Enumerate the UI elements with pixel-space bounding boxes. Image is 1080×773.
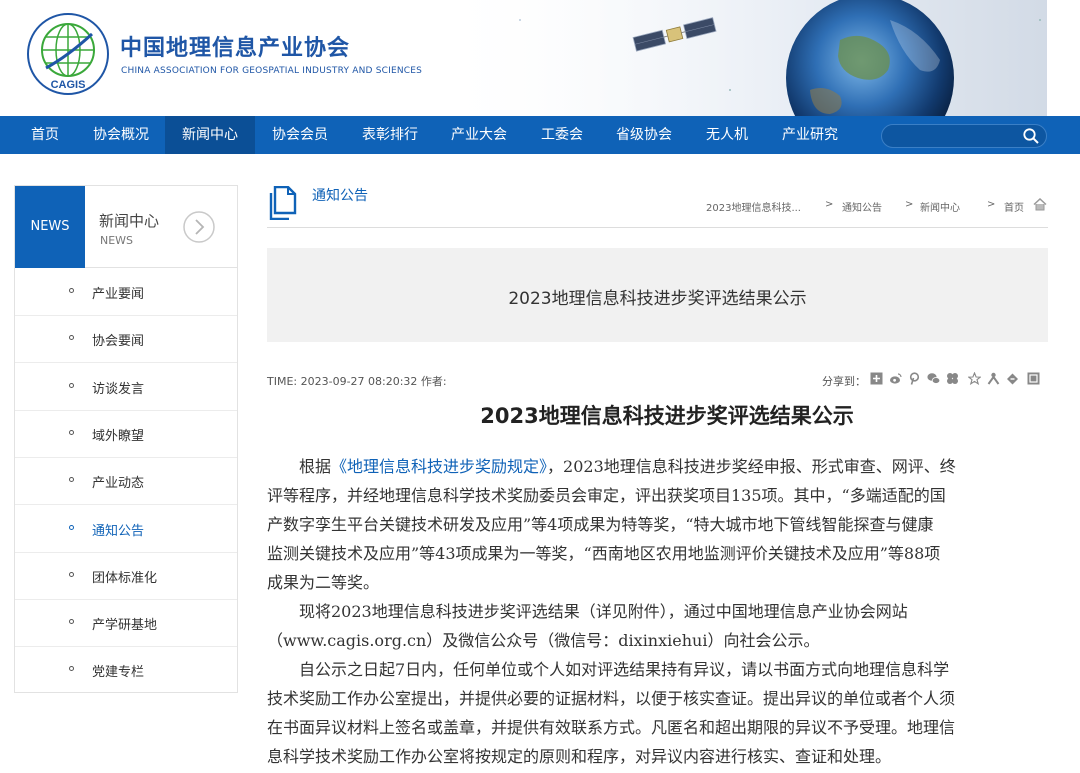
nav-item-conference[interactable]: 产业大会 <box>437 116 521 154</box>
title-banner-text: 2023地理信息科技进步奖评选结果公示 <box>508 289 807 309</box>
article-meta: TIME: 2023-09-27 08:20:32 作者: <box>267 375 447 388</box>
paragraph-1-line-3: 产数字孪生平台关键技术研发及应用”等4项成果为特等奖，“特大城市地下管线智能探查… <box>267 515 934 534</box>
nav-item-uav[interactable]: 无人机 <box>692 116 762 154</box>
sidebar-item-label: 产业要闻 <box>92 287 145 302</box>
douban-icon[interactable] <box>946 372 959 385</box>
paragraph-1-line-4: 监测关键技术及应用”等43项成果为一等奖，“西南地区农用地监测评价关键技术及应用… <box>267 544 941 563</box>
bullet-icon <box>69 288 74 293</box>
nav-item-provincial[interactable]: 省级协会 <box>602 116 686 154</box>
weibo-icon[interactable] <box>889 372 902 385</box>
breadcrumb-notices[interactable]: 通知公告 <box>842 199 882 214</box>
nav-item-news[interactable]: 新闻中心 <box>165 116 255 154</box>
paragraph-3-line-1: 自公示之日起7日内，任何单位或个人如对评选结果持有异议，请以书面方式向地理信息科… <box>267 660 950 679</box>
search-icon[interactable] <box>1022 127 1040 145</box>
search-input[interactable] <box>892 127 1022 145</box>
kaixin-icon[interactable] <box>1006 372 1019 385</box>
nav-item-committees[interactable]: 工委会 <box>527 116 597 154</box>
article-title: 2023地理信息科技进步奖评选结果公示 <box>480 404 854 428</box>
paragraph-2-line-2: （www.cagis.org.cn）及微信公众号（微信号：dixinxiehui… <box>267 631 820 650</box>
cagis-logo-icon[interactable]: CAGIS <box>26 12 110 96</box>
more-icon[interactable] <box>1027 372 1040 385</box>
paragraph-text: ，2023地理信息科技进步奖经申报、形式审查、网评、终 <box>547 457 956 476</box>
paragraph-1-line-1: 根据《地理信息科技进步奖励规定》，2023地理信息科技进步奖经申报、形式审查、网… <box>267 453 956 477</box>
bullet-icon <box>69 619 74 624</box>
regulation-link[interactable]: 《地理信息科技进步奖励规定》 <box>331 457 547 476</box>
paragraph-2-line-1: 现将2023地理信息科技进步奖评选结果（详见附件），通过中国地理信息产业协会网站 <box>267 602 908 621</box>
sidebar-item-label: 党建专栏 <box>92 665 145 680</box>
svg-text:CAGIS: CAGIS <box>51 79 86 91</box>
sidebar-item-label: 产业动态 <box>92 476 145 491</box>
sidebar-item-research-bases[interactable]: 产学研基地 <box>15 600 237 647</box>
bullet-icon <box>69 383 74 388</box>
paragraph-text: 根据 <box>267 457 332 476</box>
bullet-icon <box>69 666 74 671</box>
wechat-icon[interactable] <box>927 372 940 385</box>
sidebar-item-label: 域外瞭望 <box>92 429 145 444</box>
nav-item-about[interactable]: 协会概况 <box>78 116 164 154</box>
renren-icon[interactable] <box>987 372 1000 385</box>
breadcrumb-news[interactable]: 新闻中心 <box>920 199 960 214</box>
sidebar-item-label: 访谈发言 <box>92 382 145 397</box>
home-icon[interactable] <box>1033 198 1047 211</box>
sidebar: NEWS 新闻中心 NEWS 产业要闻 协会要闻 访谈发言 域外瞭望 产业动态 … <box>14 185 238 693</box>
star-icon[interactable] <box>968 372 981 385</box>
sidebar-item-overseas[interactable]: 域外瞭望 <box>15 411 237 458</box>
site-header: CAGIS 中国地理信息产业协会 CHINA ASSOCIATION FOR G… <box>0 0 1080 116</box>
qzone-icon[interactable] <box>870 372 883 385</box>
header-divider <box>267 227 1048 228</box>
breadcrumb-separator: > <box>905 199 914 210</box>
paragraph-1-line-5: 成果为二等奖。 <box>267 573 380 592</box>
sidebar-item-industry-news[interactable]: 产业要闻 <box>15 269 237 316</box>
category-title: 通知公告 <box>312 188 368 204</box>
site-title[interactable]: 中国地理信息产业协会 <box>120 30 350 62</box>
bullet-icon <box>69 477 74 482</box>
sidebar-header: NEWS 新闻中心 NEWS <box>15 186 237 268</box>
breadcrumb-home[interactable]: 首页 <box>1004 199 1024 214</box>
bullet-icon <box>69 335 74 340</box>
sidebar-subtitle: NEWS <box>100 234 134 247</box>
chevron-right-circle-icon[interactable] <box>183 211 215 243</box>
paragraph-3-line-4: 息科学技术奖励工作办公室将按规定的原则和程序，对异议内容进行核实、查证和处理。 <box>267 747 892 766</box>
sidebar-item-party-column[interactable]: 党建专栏 <box>15 647 237 694</box>
pinterest-icon[interactable] <box>908 372 921 385</box>
nav-item-home[interactable]: 首页 <box>18 116 72 154</box>
news-badge: NEWS <box>15 186 85 268</box>
banner-satellite-earth-illustration <box>430 0 1080 116</box>
bullet-icon <box>69 430 74 435</box>
nav-item-research[interactable]: 产业研究 <box>768 116 852 154</box>
sidebar-item-standards[interactable]: 团体标准化 <box>15 553 237 600</box>
title-banner: 2023地理信息科技进步奖评选结果公示 <box>267 248 1048 342</box>
sidebar-title: 新闻中心 <box>99 212 160 230</box>
paragraph-3-line-3: 在书面异议材料上签名或盖章，并提供有效联系方式。凡匿名和超出期限的异议不予受理。… <box>267 718 956 737</box>
document-icon <box>269 186 297 220</box>
nav-item-rankings[interactable]: 表彰排行 <box>347 116 433 154</box>
sidebar-item-notices[interactable]: 通知公告 <box>15 506 237 553</box>
sidebar-item-label: 通知公告 <box>92 524 145 539</box>
sidebar-item-association-news[interactable]: 协会要闻 <box>15 316 237 363</box>
bullet-icon <box>69 572 74 577</box>
nav-item-members[interactable]: 协会会员 <box>258 116 342 154</box>
breadcrumb-separator: > <box>987 199 996 210</box>
paragraph-3-line-2: 技术奖励工作办公室提出，并提供必要的证据材料，以便于核实查证。提出异议的单位或者… <box>267 689 956 708</box>
breadcrumb-current[interactable]: 2023地理信息科技... <box>706 199 801 214</box>
sidebar-item-label: 团体标准化 <box>92 571 158 586</box>
breadcrumb-separator: > <box>825 199 834 210</box>
paragraph-1-line-2: 评等程序，并经地理信息科学技术奖励委员会审定，评出获奖项目135项。其中，“多端… <box>267 486 946 505</box>
share-label: 分享到： <box>822 375 866 388</box>
sidebar-item-label: 产学研基地 <box>92 618 158 633</box>
sidebar-item-interviews[interactable]: 访谈发言 <box>15 364 237 411</box>
sidebar-item-industry-trends[interactable]: 产业动态 <box>15 458 237 505</box>
bullet-icon <box>69 525 74 530</box>
sidebar-item-label: 协会要闻 <box>92 334 145 349</box>
site-subtitle: CHINA ASSOCIATION FOR GEOSPATIAL INDUSTR… <box>121 66 423 76</box>
